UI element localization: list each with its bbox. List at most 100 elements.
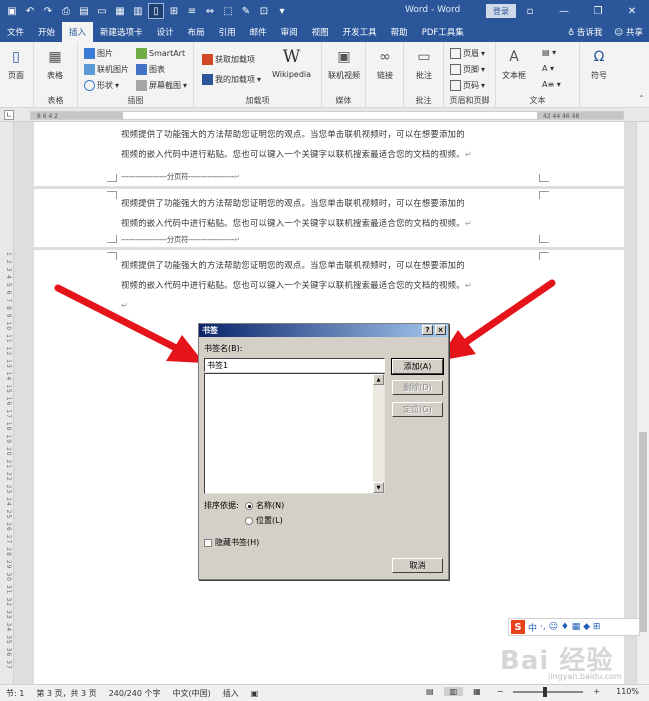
- bookmark-name-input[interactable]: [204, 358, 385, 372]
- ime-mode[interactable]: 中: [528, 621, 537, 634]
- paragraph[interactable]: 视频提供了功能强大的方法帮助您证明您的观点。当您单击联机视频时，可以在想要添加的…: [121, 124, 561, 164]
- shapes-button[interactable]: 形状 ▾: [84, 80, 119, 91]
- chart-button[interactable]: 图表: [136, 64, 165, 75]
- zoom-knob[interactable]: [543, 686, 548, 697]
- hidden-bookmarks-checkbox[interactable]: 隐藏书签(H): [204, 537, 259, 548]
- smartart-button[interactable]: SmartArt: [136, 48, 185, 59]
- list-scrollbar[interactable]: ▲ ▼: [373, 374, 384, 493]
- online-video-button[interactable]: ▣ 联机视频: [328, 46, 360, 81]
- tab-help[interactable]: 帮助: [384, 22, 415, 42]
- screenshot-icon: [136, 80, 147, 91]
- table-icon[interactable]: ⊡: [256, 3, 272, 19]
- goto-button[interactable]: 定位(G): [392, 402, 443, 417]
- tab-mailings[interactable]: 邮件: [243, 22, 274, 42]
- web-layout-icon[interactable]: ▦: [467, 687, 487, 696]
- new-icon[interactable]: ▭: [94, 3, 110, 19]
- pages-button[interactable]: ▯ 页面: [5, 46, 27, 81]
- links-button[interactable]: ∞ 链接: [374, 46, 396, 81]
- tab-developer[interactable]: 开发工具: [336, 22, 384, 42]
- my-addins-button[interactable]: 我的加载项 ▾: [202, 74, 261, 85]
- bookmark-list[interactable]: ▲ ▼: [204, 373, 385, 494]
- open-icon[interactable]: ▤: [76, 3, 92, 19]
- paragraph[interactable]: 视频提供了功能强大的方法帮助您证明您的观点。当您单击联机视频时，可以在想要添加的…: [121, 255, 561, 315]
- screenshot-button[interactable]: 屏幕截图 ▾: [136, 80, 187, 91]
- tab-design[interactable]: 设计: [150, 22, 181, 42]
- tab-review[interactable]: 审阅: [274, 22, 305, 42]
- tab-selector[interactable]: ∟: [4, 110, 14, 120]
- read-mode-icon[interactable]: ▤: [420, 687, 440, 696]
- zoom-out-icon[interactable]: −: [491, 687, 510, 696]
- page-1[interactable]: 视频提供了功能强大的方法帮助您证明您的观点。当您单击联机视频时，可以在想要添加的…: [34, 122, 624, 186]
- status-mode[interactable]: 插入: [217, 688, 245, 699]
- get-addins-button[interactable]: 获取加载项: [202, 54, 255, 65]
- tab-insert[interactable]: 插入: [62, 22, 94, 42]
- print-layout-icon[interactable]: ▥: [443, 687, 464, 696]
- zoom-level[interactable]: 110%: [610, 687, 645, 696]
- save-icon[interactable]: ▣: [4, 3, 20, 19]
- scroll-down-icon[interactable]: ▼: [373, 482, 384, 493]
- print-preview-icon[interactable]: ⎙: [58, 3, 74, 19]
- scroll-up-icon[interactable]: ▲: [373, 374, 384, 385]
- layout-icon[interactable]: ▥: [130, 3, 146, 19]
- scrollbar-thumb[interactable]: [639, 432, 647, 632]
- collapse-ribbon-icon[interactable]: ⌃: [638, 94, 645, 103]
- select-icon[interactable]: ⬚: [220, 3, 236, 19]
- draw-icon[interactable]: ✎: [238, 3, 254, 19]
- wordart-icon[interactable]: A ▾: [542, 64, 554, 73]
- zoom-in-icon[interactable]: +: [587, 687, 606, 696]
- ime-icons[interactable]: ·, ☺ ♦ ▦ ◆ ⊞: [540, 622, 600, 632]
- minimize-button[interactable]: —: [547, 0, 581, 22]
- header-button[interactable]: 页眉 ▾: [450, 48, 485, 59]
- share-button[interactable]: ☺ 共享: [614, 26, 643, 38]
- cancel-button[interactable]: 取消: [392, 558, 443, 573]
- dropcap-icon[interactable]: A≡ ▾: [542, 80, 561, 89]
- paragraph[interactable]: 视频提供了功能强大的方法帮助您证明您的观点。当您单击联机视频时，可以在想要添加的…: [121, 193, 561, 233]
- vertical-scrollbar[interactable]: [636, 122, 649, 684]
- insert-icon[interactable]: ⊞: [166, 3, 182, 19]
- close-icon[interactable]: ×: [435, 325, 446, 335]
- delete-button[interactable]: 删除(D): [392, 380, 443, 395]
- spacing-icon[interactable]: ⇔: [202, 3, 218, 19]
- ime-toolbar[interactable]: S 中 ·, ☺ ♦ ▦ ◆ ⊞: [508, 618, 640, 636]
- status-words[interactable]: 240/240 个字: [103, 688, 167, 699]
- tab-view[interactable]: 视图: [305, 22, 336, 42]
- table-button[interactable]: ▦ 表格: [44, 46, 66, 81]
- help-icon[interactable]: ?: [422, 325, 433, 335]
- redo-icon[interactable]: ↷: [40, 3, 56, 19]
- quick-parts-icon[interactable]: ▤ ▾: [542, 48, 556, 57]
- more-icon[interactable]: ▾: [274, 3, 290, 19]
- close-button[interactable]: ✕: [615, 0, 649, 22]
- tab-references[interactable]: 引用: [212, 22, 243, 42]
- picture-button[interactable]: 图片: [84, 48, 113, 59]
- tab-file[interactable]: 文件: [0, 22, 31, 42]
- undo-icon[interactable]: ↶: [22, 3, 38, 19]
- symbol-button[interactable]: Ω 符号: [588, 46, 610, 81]
- wikipedia-button[interactable]: W Wikipedia: [272, 46, 311, 79]
- page-icon[interactable]: ▯: [148, 3, 164, 19]
- page-number-button[interactable]: 页码 ▾: [450, 80, 485, 91]
- image-icon[interactable]: ▦: [112, 3, 128, 19]
- restore-button[interactable]: ❐: [581, 0, 615, 22]
- status-page[interactable]: 第 3 页，共 3 页: [30, 688, 102, 699]
- tab-pdf-tools[interactable]: PDF工具集: [415, 22, 471, 42]
- textbox-button[interactable]: A 文本框: [502, 46, 526, 81]
- status-section[interactable]: 节: 1: [0, 688, 30, 699]
- footer-button[interactable]: 页脚 ▾: [450, 64, 485, 75]
- tell-me-search[interactable]: ♁ 告诉我: [568, 26, 602, 38]
- tab-new-tab[interactable]: 新建选项卡: [93, 22, 150, 42]
- online-picture-button[interactable]: 联机图片: [84, 64, 129, 75]
- tab-layout[interactable]: 布局: [181, 22, 212, 42]
- tab-home[interactable]: 开始: [31, 22, 62, 42]
- macro-record-icon[interactable]: ▣: [245, 689, 265, 698]
- zoom-slider[interactable]: [513, 686, 584, 697]
- page-2[interactable]: 视频提供了功能强大的方法帮助您证明您的观点。当您单击联机视频时，可以在想要添加的…: [34, 189, 624, 247]
- sort-by-position-radio[interactable]: 位置(L): [245, 515, 283, 526]
- list-icon[interactable]: ≡: [184, 3, 200, 19]
- comment-button[interactable]: ▭ 批注: [413, 46, 435, 81]
- status-language[interactable]: 中文(中国): [166, 688, 216, 699]
- add-button[interactable]: 添加(A): [391, 358, 444, 375]
- ribbon-options-icon[interactable]: ▫: [513, 0, 547, 22]
- sort-by-name-radio[interactable]: 名称(N): [245, 500, 284, 511]
- radio-unselected-icon: [245, 516, 253, 525]
- login-button[interactable]: 登录: [486, 4, 516, 18]
